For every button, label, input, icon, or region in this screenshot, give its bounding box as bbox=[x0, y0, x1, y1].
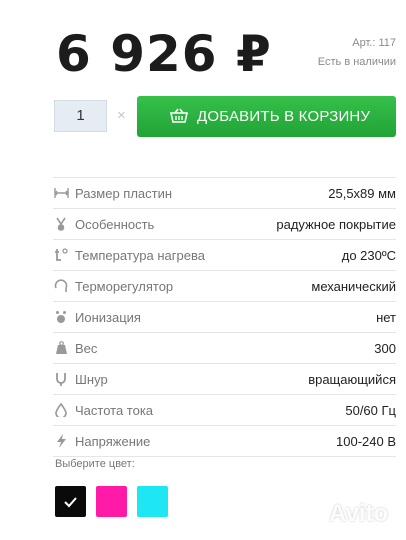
avito-watermark: Avito bbox=[296, 499, 388, 529]
feature-icon bbox=[53, 216, 69, 232]
plates-size-icon bbox=[53, 185, 69, 201]
avito-watermark-text: Avito bbox=[329, 500, 389, 527]
spec-name: Частота тока bbox=[75, 402, 154, 418]
spec-row: Частота тока 50/60 Гц bbox=[53, 395, 396, 426]
spec-name: Терморегулятор bbox=[75, 278, 174, 294]
spec-name: Особенность bbox=[75, 216, 155, 232]
spec-name: Температура нагрева bbox=[75, 247, 205, 263]
weight-icon bbox=[53, 340, 69, 356]
spec-value: вращающийся bbox=[308, 371, 396, 387]
spec-value: механический bbox=[311, 278, 396, 294]
spec-row: Температура нагрева до 230ºС bbox=[53, 240, 396, 271]
stock-status: Есть в наличии bbox=[317, 56, 396, 68]
price: 6 926 ₽ bbox=[56, 25, 272, 83]
avito-logo-icon bbox=[299, 503, 324, 527]
color-picker-title: Выберите цвет: bbox=[55, 458, 135, 470]
spec-value: 300 bbox=[374, 340, 396, 356]
spec-row: Размер пластин 25,5х89 мм bbox=[53, 178, 396, 209]
spec-row: Терморегулятор механический bbox=[53, 271, 396, 302]
times-sign: × bbox=[117, 107, 126, 124]
basket-icon bbox=[170, 108, 188, 123]
add-to-cart-button[interactable]: ДОБАВИТЬ В КОРЗИНУ bbox=[137, 96, 396, 137]
spec-name: Вес bbox=[75, 340, 98, 356]
spec-value: радужное покрытие bbox=[276, 216, 396, 232]
spec-value: нет bbox=[376, 309, 396, 325]
color-swatch-black[interactable] bbox=[55, 486, 86, 517]
spec-row: Напряжение 100-240 В bbox=[53, 426, 396, 457]
color-swatch-pink[interactable] bbox=[96, 486, 127, 517]
cord-icon bbox=[53, 371, 69, 387]
spec-value: 25,5х89 мм bbox=[328, 185, 396, 201]
spec-value: 50/60 Гц bbox=[345, 402, 396, 418]
spec-row: Шнур вращающийся bbox=[53, 364, 396, 395]
article-number: Арт.: 117 bbox=[352, 37, 396, 49]
checkmark-icon bbox=[64, 497, 77, 508]
color-swatch-cyan[interactable] bbox=[137, 486, 168, 517]
thermostat-icon bbox=[53, 278, 69, 294]
frequency-icon bbox=[53, 402, 69, 418]
spec-name: Шнур bbox=[75, 371, 108, 387]
spec-name: Напряжение bbox=[75, 433, 151, 449]
ionization-icon bbox=[53, 309, 69, 325]
specs-table: Размер пластин 25,5х89 мм Особенность ра… bbox=[53, 177, 396, 457]
spec-value: 100-240 В bbox=[336, 433, 396, 449]
temperature-icon bbox=[53, 247, 69, 263]
voltage-icon bbox=[53, 433, 69, 449]
spec-value: до 230ºС bbox=[341, 247, 396, 263]
spec-name: Ионизация bbox=[75, 309, 141, 325]
spec-row: Вес 300 bbox=[53, 333, 396, 364]
add-to-cart-label: ДОБАВИТЬ В КОРЗИНУ bbox=[197, 108, 371, 125]
spec-row: Особенность радужное покрытие bbox=[53, 209, 396, 240]
spec-row: Ионизация нет bbox=[53, 302, 396, 333]
quantity-input[interactable]: 1 bbox=[54, 100, 107, 132]
spec-name: Размер пластин bbox=[75, 185, 173, 201]
